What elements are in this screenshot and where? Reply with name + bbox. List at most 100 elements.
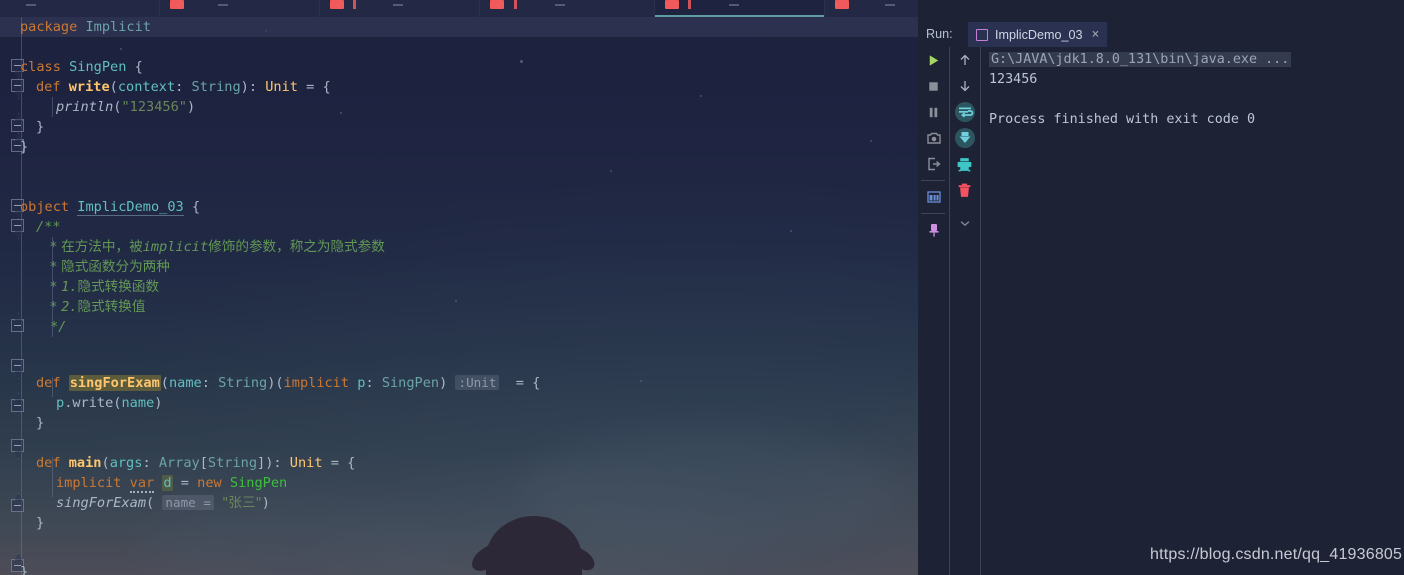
code-line-close-brace-final[interactable]: }: [0, 562, 918, 575]
code-line-call-singforexam[interactable]: singForExam( name = "张三"): [0, 493, 918, 513]
prev-occurrence-button[interactable]: [949, 47, 980, 73]
string-literal: "123456": [121, 99, 187, 115]
code-line-close-brace[interactable]: }: [0, 117, 918, 137]
run-toolbar[interactable]: [918, 47, 980, 575]
code-line-println[interactable]: println("123456"): [0, 97, 918, 117]
rerun-button[interactable]: [918, 47, 949, 73]
editor-tab[interactable]: [825, 0, 918, 17]
param-context: context: [117, 79, 176, 95]
code-line-comment-4[interactable]: * 2.隐式转换值: [0, 297, 918, 317]
code-content[interactable]: package Implicit class SingPen { def wri…: [0, 17, 918, 575]
code-line-comment-3[interactable]: * 1.隐式转换函数: [0, 277, 918, 297]
package-name: Implicit: [85, 19, 151, 35]
editor-tab[interactable]: [160, 0, 320, 17]
code-editor[interactable]: package Implicit class SingPen { def wri…: [0, 17, 918, 575]
call-singforexam: singForExam: [56, 495, 147, 511]
code-line-class[interactable]: class SingPen {: [0, 57, 918, 77]
watermark-url: https://blog.csdn.net/qq_41936805: [1150, 546, 1403, 563]
comment-text-part-a: * 在方法中，被: [50, 239, 143, 255]
type-array: Array: [158, 455, 200, 471]
code-line-close-brace[interactable]: }: [0, 513, 918, 533]
print-button[interactable]: [949, 151, 980, 177]
clear-all-button[interactable]: [949, 177, 980, 203]
scroll-to-end-button[interactable]: [949, 125, 980, 151]
variable-d: d: [162, 475, 173, 491]
code-line-def-write[interactable]: def write(context: String): Unit = {: [0, 77, 918, 97]
trash-icon: [958, 183, 971, 197]
code-line-implicit-var[interactable]: implicit var d = new SingPen: [0, 473, 918, 493]
pause-button[interactable]: [918, 99, 949, 125]
export-arrow-icon: [927, 157, 941, 171]
arg-name: name: [121, 395, 155, 411]
class-ref-singpen: SingPen: [229, 475, 288, 491]
keyword-implicit: implicit: [56, 475, 122, 491]
console-output-line: 123456: [989, 72, 1038, 87]
run-tab-title: ImplicDemo_03: [995, 27, 1083, 42]
keyword-def: def: [36, 375, 61, 391]
brace-close: }: [20, 139, 29, 155]
editor-tab[interactable]: [0, 0, 160, 17]
run-toolbar-column-left[interactable]: [918, 47, 949, 243]
command-text: G:\JAVA\jdk1.8.0_131\bin\java.exe ...: [989, 52, 1292, 67]
code-line-def-singforexam[interactable]: def singForExam(name: String)(implicit p…: [0, 373, 918, 393]
printer-icon: [957, 157, 972, 171]
call-write: write: [72, 395, 114, 411]
file-type-icon: [490, 0, 504, 9]
run-configuration-tab[interactable]: ImplicDemo_03 ×: [968, 22, 1108, 47]
comment-text-implicit: implicit: [142, 239, 209, 255]
code-line-comment-2[interactable]: * 隐式函数分为两种: [0, 257, 918, 277]
keyword-package: package: [20, 19, 78, 35]
next-occurrence-button[interactable]: [949, 73, 980, 99]
editor-tab-active[interactable]: [655, 0, 825, 17]
keyword-object: object: [20, 199, 70, 215]
editor-tab-strip[interactable]: [0, 0, 918, 17]
more-button[interactable]: [949, 203, 980, 243]
code-line-close-brace[interactable]: }: [0, 137, 918, 157]
screenshot-button[interactable]: [918, 125, 949, 151]
editor-tab[interactable]: [480, 0, 655, 17]
pause-icon: [929, 107, 938, 117]
code-line-def-main[interactable]: def main(args: Array[String]): Unit = {: [0, 453, 918, 473]
stop-square-icon: [929, 81, 938, 91]
close-icon[interactable]: ×: [1092, 27, 1100, 42]
console-exit-line: Process finished with exit code 0: [989, 112, 1256, 127]
console-command-line: G:\JAVA\jdk1.8.0_131\bin\java.exe ...: [989, 50, 1292, 70]
string-literal-zhangsan: "张三": [222, 495, 262, 511]
run-toolbar-column-right[interactable]: [949, 47, 980, 243]
export-button[interactable]: [918, 151, 949, 177]
console-output[interactable]: G:\JAVA\jdk1.8.0_131\bin\java.exe ... 12…: [981, 47, 1404, 575]
toolbar-separator: [921, 180, 945, 181]
stop-button[interactable]: [918, 73, 949, 99]
code-line-comment-1[interactable]: * 在方法中，被implicit修饰的参数，称之为隐式参数: [0, 237, 918, 257]
brace-open: {: [134, 59, 143, 75]
type-singpen: SingPen: [381, 375, 440, 391]
comment-list-number: 2.: [61, 299, 78, 315]
code-line-object[interactable]: object ImplicDemo_03 {: [0, 197, 918, 217]
code-line-close-brace[interactable]: }: [0, 413, 918, 433]
comment-list-text: 隐式转换值: [77, 299, 146, 315]
toolbar-separator: [921, 213, 945, 214]
code-line-comment-open[interactable]: /**: [0, 217, 918, 237]
tab-label-glyph: [729, 4, 739, 6]
tab-label-glyph: [393, 4, 403, 6]
method-name-main: main: [68, 455, 102, 471]
comment-text: * 隐式函数分为两种: [50, 259, 170, 275]
layout-button[interactable]: [918, 184, 949, 210]
comment-list-text: 隐式转换函数: [77, 279, 160, 295]
code-line-package[interactable]: package Implicit: [0, 17, 918, 37]
code-line-comment-close[interactable]: */: [0, 317, 918, 337]
editor-tab[interactable]: [320, 0, 480, 17]
brace-close: }: [36, 515, 45, 531]
soft-wrap-icon: [954, 102, 975, 122]
comment-open: /**: [36, 219, 61, 235]
code-line-pwrite[interactable]: p.write(name): [0, 393, 918, 413]
file-type-icon: [665, 0, 679, 9]
run-tool-window[interactable]: Run: ImplicDemo_03 × G:\JAVA\jdk1.8.0_13…: [918, 0, 1404, 575]
soft-wrap-button[interactable]: [949, 99, 980, 125]
method-name-singforexam: singForExam: [68, 375, 161, 391]
pin-button[interactable]: [918, 217, 949, 243]
receiver-p: p: [56, 395, 65, 411]
comment-text-part-c: 修饰的参数，称之为隐式参数: [208, 239, 385, 255]
brace-close: }: [20, 564, 29, 575]
arrow-down-icon: [960, 81, 969, 92]
